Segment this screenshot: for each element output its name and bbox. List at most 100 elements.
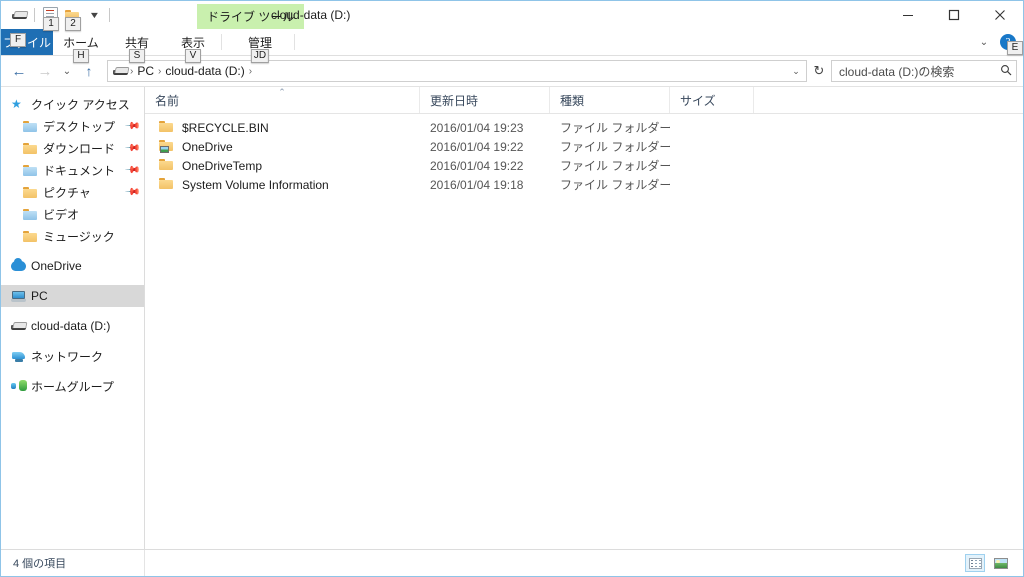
tab-manage[interactable]: 管理 JD — [226, 29, 294, 63]
folder-icon — [159, 178, 175, 191]
sidebar-item-onedrive[interactable]: OneDrive — [1, 255, 144, 277]
table-row[interactable]: $RECYCLE.BIN 2016/01/04 19:23 ファイル フォルダー — [145, 118, 1023, 137]
sidebar-item-music[interactable]: ミュージック — [1, 225, 144, 247]
window-controls — [885, 1, 1023, 29]
keytip-help: E — [1007, 41, 1023, 55]
column-headers: 名前 ⌃ 更新日時 種類 サイズ — [145, 87, 1023, 114]
videos-folder-icon — [23, 208, 43, 220]
breadcrumb-dropdown-button[interactable]: ⌄ — [788, 66, 804, 77]
homegroup-icon — [11, 380, 31, 392]
file-date-cell: 2016/01/04 19:22 — [430, 139, 524, 154]
close-icon — [995, 10, 1005, 20]
back-button[interactable]: ← — [7, 59, 31, 83]
tab-view-label: 表示 — [180, 35, 205, 50]
sidebar-item-documents[interactable]: ドキュメント 📌 — [1, 159, 144, 181]
tab-home[interactable]: ホーム H — [53, 29, 109, 63]
column-header-date[interactable]: 更新日時 — [420, 87, 550, 113]
maximize-button[interactable] — [931, 1, 977, 29]
pin-icon[interactable]: 📌 — [123, 162, 140, 179]
sidebar-item-label: ビデオ — [43, 207, 80, 222]
keytip-manage: JD — [250, 49, 270, 63]
sidebar-item-desktop[interactable]: デスクトップ 📌 — [1, 115, 144, 137]
column-header-name[interactable]: 名前 ⌃ — [145, 87, 420, 113]
status-item-count: 4 個の項目 — [1, 550, 145, 576]
qat-separator — [34, 8, 35, 22]
breadcrumb-item-cloud-data[interactable]: cloud-data (D:) — [162, 64, 247, 78]
sidebar-item-label: ネットワーク — [31, 349, 104, 364]
chevron-down-icon: ⌄ — [62, 65, 72, 77]
window-title: cloud-data (D:) — [271, 1, 350, 29]
file-name-cell: $RECYCLE.BIN — [145, 121, 420, 135]
column-header-date-label: 更新日時 — [430, 93, 479, 108]
file-list-pane: 名前 ⌃ 更新日時 種類 サイズ $RECYCLE.BIN 2016/01/04… — [145, 87, 1023, 549]
ribbon-collapse-button[interactable]: ⌄ — [973, 31, 995, 53]
qat-new-folder-button[interactable]: 2 — [62, 4, 82, 31]
search-box[interactable]: cloud-data (D:)の検索 — [831, 60, 1017, 82]
arrow-up-icon: ↑ — [85, 63, 93, 79]
search-icon — [1000, 64, 1012, 79]
file-type-cell: ファイル フォルダー — [560, 178, 670, 192]
minimize-button[interactable] — [885, 1, 931, 29]
column-header-type[interactable]: 種類 — [550, 87, 670, 113]
breadcrumb[interactable]: › PC › cloud-data (D:) › ⌄ — [107, 60, 807, 82]
qat-drive-button[interactable] — [9, 4, 29, 26]
breadcrumb-item-pc[interactable]: PC — [134, 64, 157, 78]
tab-share-label: 共有 — [124, 35, 149, 50]
tab-share[interactable]: 共有 S — [109, 29, 165, 63]
large-icons-view-button[interactable] — [991, 554, 1011, 572]
refresh-button[interactable]: ↻ — [809, 60, 829, 82]
close-button[interactable] — [977, 1, 1023, 29]
tab-file[interactable]: ファイル F — [1, 29, 53, 55]
sidebar-item-pictures[interactable]: ピクチャ 📌 — [1, 181, 144, 203]
navigation-pane: ★ クイック アクセス デスクトップ 📌 ダウンロード 📌 ドキュメント 📌 ピ… — [1, 87, 145, 549]
file-explorer-window: 1 2 ▼ ドライブ ツール cloud-data (D:) ファイル F ホー… — [0, 0, 1024, 577]
pc-icon — [11, 290, 31, 302]
keytip-qat-1: 1 — [43, 17, 59, 31]
ribbon-right-controls: ⌄ ? E — [973, 29, 1023, 55]
file-name-label: $RECYCLE.BIN — [182, 120, 269, 135]
status-bar: 4 個の項目 — [1, 549, 1023, 576]
qat-properties-button[interactable]: 1 — [40, 4, 60, 31]
arrow-right-icon: → — [37, 62, 53, 80]
sidebar-item-videos[interactable]: ビデオ — [1, 203, 144, 225]
sidebar-item-network[interactable]: ネットワーク — [1, 345, 144, 367]
sidebar-item-label: cloud-data (D:) — [31, 319, 111, 333]
sidebar-item-downloads[interactable]: ダウンロード 📌 — [1, 137, 144, 159]
sidebar-item-quick-access[interactable]: ★ クイック アクセス — [1, 93, 144, 115]
help-button[interactable]: ? E — [997, 31, 1023, 55]
sidebar-item-cloud-data-drive[interactable]: cloud-data (D:) — [1, 315, 144, 337]
search-input[interactable]: cloud-data (D:)の検索 — [839, 63, 1000, 80]
sidebar-item-pc[interactable]: PC — [1, 285, 144, 307]
drive-icon — [11, 322, 31, 331]
breadcrumb-separator-2[interactable]: › — [248, 66, 253, 77]
keytip-qat-2: 2 — [65, 17, 81, 31]
details-view-button[interactable] — [965, 554, 985, 572]
column-header-size-label: サイズ — [680, 93, 716, 108]
tab-view[interactable]: 表示 V — [165, 29, 221, 63]
sidebar-item-label: PC — [31, 289, 48, 303]
pin-icon[interactable]: 📌 — [123, 118, 140, 135]
qat-customize-button[interactable]: ▼ — [84, 4, 104, 26]
table-row[interactable]: OneDriveTemp 2016/01/04 19:22 ファイル フォルダー — [145, 156, 1023, 175]
sidebar-item-homegroup[interactable]: ホームグループ — [1, 375, 144, 397]
column-header-filler — [754, 87, 1023, 113]
file-type-cell: ファイル フォルダー — [560, 140, 670, 154]
file-type-cell: ファイル フォルダー — [560, 159, 670, 173]
pin-icon[interactable]: 📌 — [123, 140, 140, 157]
chevron-down-icon: ▼ — [88, 9, 100, 20]
ribbon-tab-strip: ファイル F ホーム H 共有 S 表示 V 管理 JD ⌄ ? E — [1, 29, 1023, 63]
refresh-icon: ↻ — [813, 63, 825, 78]
title-bar: 1 2 ▼ ドライブ ツール cloud-data (D:) — [1, 1, 1023, 31]
table-row[interactable]: OneDrive 2016/01/04 19:22 ファイル フォルダー — [145, 137, 1023, 156]
pin-icon[interactable]: 📌 — [123, 184, 140, 201]
file-name-label: OneDriveTemp — [182, 158, 263, 173]
sidebar-gap-1 — [1, 247, 144, 255]
table-row[interactable]: System Volume Information 2016/01/04 19:… — [145, 175, 1023, 194]
chevron-down-icon: ⌄ — [979, 36, 989, 48]
column-header-size[interactable]: サイズ — [670, 87, 754, 113]
forward-button[interactable]: → — [33, 59, 57, 83]
file-type-cell: ファイル フォルダー — [560, 121, 670, 135]
sidebar-gap-5 — [1, 367, 144, 375]
tab-manage-label: 管理 — [247, 35, 272, 50]
tab-home-label: ホーム — [63, 35, 99, 50]
